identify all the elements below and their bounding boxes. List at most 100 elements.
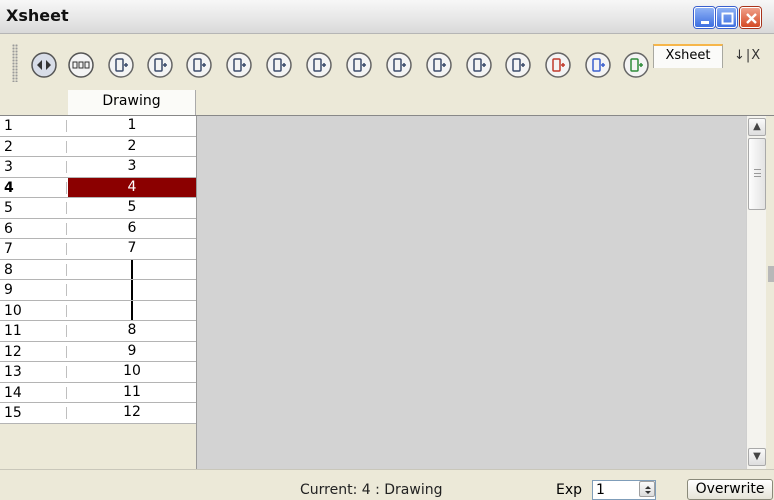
pin-close-icon[interactable]: ↓|X (734, 48, 761, 63)
side-collapse-handle[interactable] (768, 266, 774, 282)
drawing-thumbnail-icon[interactable] (106, 50, 136, 80)
drawing-cell[interactable]: 9 (68, 342, 196, 362)
drawing-cell[interactable]: 8 (68, 321, 196, 341)
row-list: 1 1 2 2 3 3 4 4 5 5 6 6 7 7 8 9 10 11 8 12 9 13 10 14 11 15 12 (0, 116, 196, 424)
table-row[interactable]: 55 (0, 198, 196, 219)
frame-number: 6 (4, 220, 13, 237)
exposure-label: Exp (556, 482, 583, 498)
row-separator (66, 263, 67, 276)
remove-exposure-icon[interactable] (344, 50, 374, 80)
row-separator (66, 181, 67, 194)
close-button[interactable] (740, 7, 761, 28)
row-separator (66, 202, 67, 214)
row-separator (66, 304, 67, 317)
current-drawing-cell[interactable]: 4 (68, 177, 196, 197)
scroll-thumb[interactable] (748, 138, 766, 210)
minimize-icon (701, 21, 709, 24)
header-corner (0, 88, 68, 115)
table-row[interactable]: 10 (0, 300, 196, 321)
panel-edge (766, 116, 774, 469)
table-row[interactable]: 9 (0, 280, 196, 301)
toolbar-grip[interactable] (12, 44, 18, 82)
vertical-scrollbar[interactable]: ▲ ▼ (746, 116, 766, 469)
row-separator (66, 284, 67, 296)
spinner-arrows-icon (645, 486, 651, 494)
row-separator (66, 243, 67, 255)
table-row[interactable]: 13 10 (0, 362, 196, 383)
insert-drawing-icon[interactable] (224, 50, 254, 80)
add-drawing-icon[interactable] (264, 50, 294, 80)
add-column-icon[interactable] (145, 50, 175, 80)
overwrite-button[interactable]: Overwrite (687, 479, 773, 500)
toggle-blue-icon[interactable] (583, 50, 613, 80)
table-row[interactable]: 14 11 (0, 382, 196, 403)
table-row[interactable]: 11 8 (0, 321, 196, 342)
table-row[interactable]: 22 (0, 136, 196, 157)
row-separator (66, 222, 67, 235)
create-drawing-icon[interactable] (384, 50, 414, 80)
light-table-icon[interactable] (66, 50, 96, 80)
table-row[interactable]: 44 (0, 177, 196, 198)
row-separator (66, 120, 67, 132)
column-header-drawing[interactable]: Drawing (68, 90, 196, 115)
drawing-cell[interactable]: 1 (68, 116, 196, 136)
frame-number: 1 (4, 118, 13, 134)
table-row[interactable]: 66 (0, 218, 196, 239)
table-row[interactable]: 12 9 (0, 341, 196, 362)
toolbar: Xsheet ↓|X (0, 34, 774, 88)
minimize-button[interactable] (694, 7, 715, 28)
drawing-cell[interactable]: 7 (68, 239, 196, 259)
title-bar[interactable]: Xsheet (0, 0, 774, 34)
row-separator (66, 325, 67, 337)
duplicate-drawing-icon[interactable] (464, 50, 494, 80)
tab-xsheet[interactable]: Xsheet (653, 44, 723, 68)
drawing-cell[interactable]: 12 (68, 403, 196, 423)
frame-number: 12 (4, 343, 22, 360)
scroll-down-button[interactable]: ▼ (748, 448, 766, 466)
toggle-green-icon[interactable] (621, 50, 651, 80)
table-row[interactable]: 77 (0, 239, 196, 260)
row-separator (66, 386, 67, 399)
table-row[interactable]: 33 (0, 157, 196, 178)
scroll-up-button[interactable]: ▲ (748, 118, 766, 136)
drawing-cell[interactable]: 10 (68, 362, 196, 382)
hold-line (131, 300, 133, 320)
exposure-spinner[interactable] (639, 481, 655, 497)
drawing-cell[interactable]: 3 (68, 157, 196, 177)
status-bar: Current: 4 : Drawing Exp 1 Overwrite (0, 469, 774, 500)
row-separator (66, 366, 67, 378)
drawing-cell[interactable]: 6 (68, 219, 196, 239)
frame-number: 3 (4, 159, 13, 175)
clear-exposure-icon[interactable] (543, 50, 573, 80)
hold-line (131, 280, 133, 300)
row-separator (66, 161, 67, 173)
row-separator (66, 345, 67, 358)
rename-drawing-icon[interactable] (503, 50, 533, 80)
frame-number: 10 (4, 302, 22, 319)
frame-number: 9 (4, 282, 13, 298)
hold-line (131, 259, 133, 279)
frame-number: 2 (4, 138, 13, 155)
drawing-cell[interactable]: 2 (68, 137, 196, 157)
remove-column-icon[interactable] (184, 50, 214, 80)
table-row[interactable]: 11 (0, 116, 196, 137)
drawing-cell[interactable]: 11 (68, 383, 196, 403)
frame-number: 11 (4, 323, 22, 339)
maximize-icon (721, 12, 734, 25)
onion-skin-icon[interactable] (29, 50, 59, 80)
frame-number: 7 (4, 241, 13, 257)
table-row[interactable]: 15 12 (0, 403, 196, 424)
row-separator (66, 140, 67, 153)
row-separator (66, 407, 67, 419)
maximize-button[interactable] (716, 7, 737, 28)
table-row[interactable]: 8 (0, 259, 196, 280)
drawing-cell[interactable]: 5 (68, 198, 196, 218)
window-title: Xsheet (6, 6, 69, 25)
frame-number: 4 (4, 179, 14, 196)
add-exposure-icon[interactable] (304, 50, 334, 80)
frame-number: 5 (4, 200, 13, 216)
delete-drawing-icon[interactable] (424, 50, 454, 80)
frame-number: 13 (4, 364, 22, 380)
frame-number: 14 (4, 384, 22, 401)
empty-column-area[interactable] (196, 116, 746, 469)
